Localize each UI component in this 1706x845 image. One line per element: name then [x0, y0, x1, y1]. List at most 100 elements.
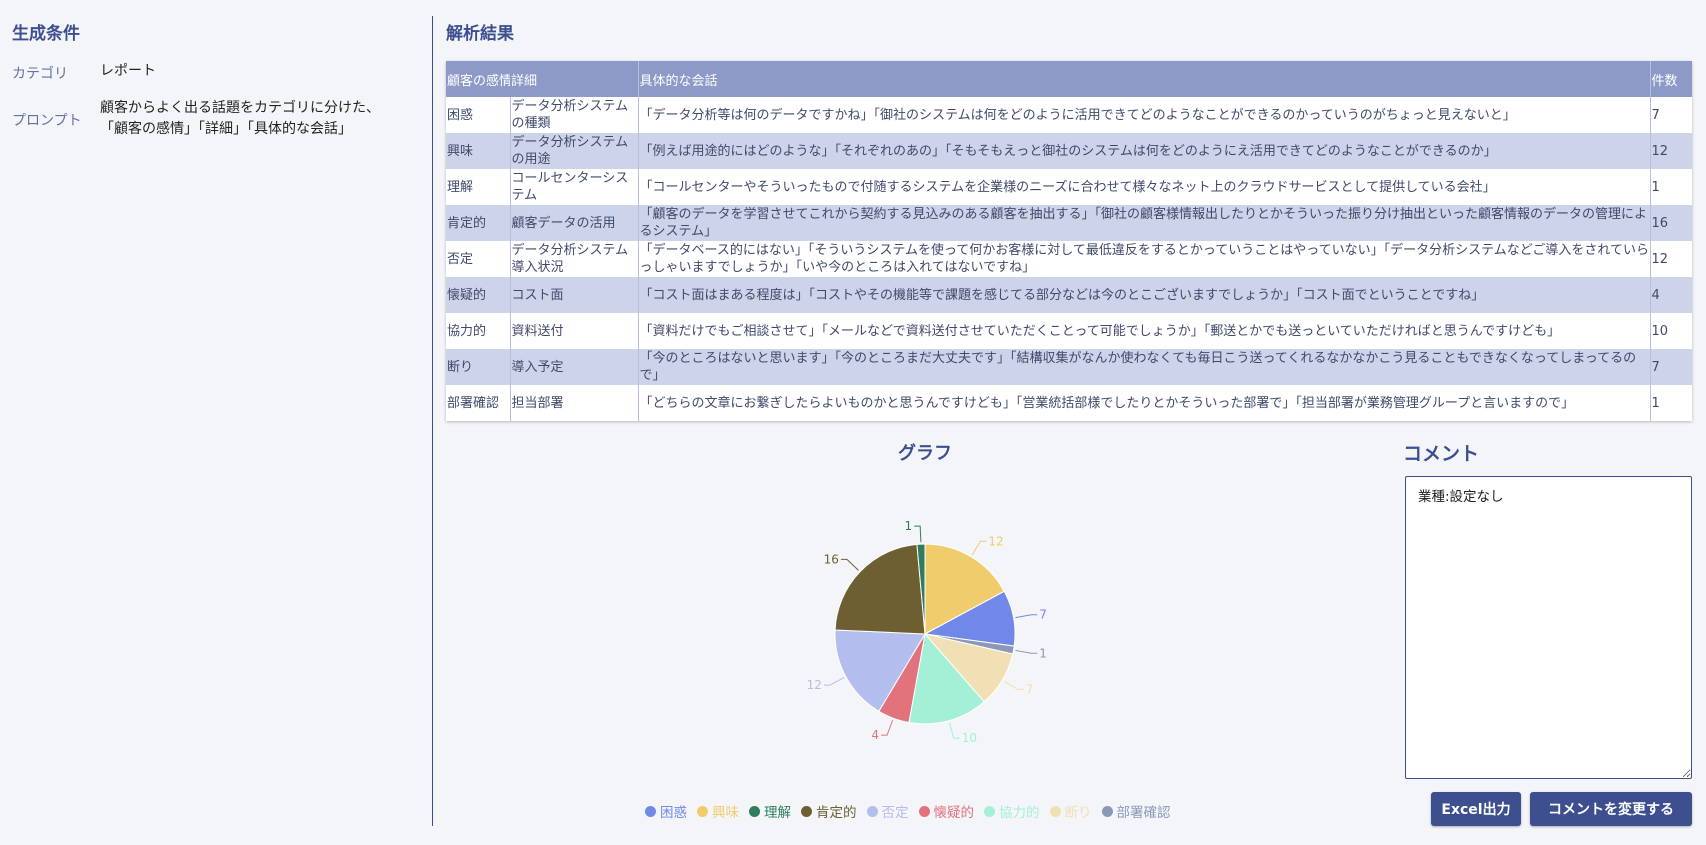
- legend-item-興味[interactable]: 興味: [697, 801, 739, 821]
- cell-conversation: 「例えば用途的にはどのような」「それぞれのあの」「そもそもえっと御社のシステムは…: [637, 133, 1650, 169]
- cell-conversation: 「顧客のデータを学習させてこれから契約する見込みのある顧客を抽出する」「御社の顧…: [637, 205, 1650, 241]
- change-comment-button[interactable]: コメントを変更する: [1530, 792, 1692, 826]
- legend-label: 困惑: [660, 805, 687, 821]
- table-row: 断り 導入予定 「今のところはないと思います」「今のところまだ大丈夫です」「結構…: [446, 349, 1692, 385]
- cell-count: 12: [1649, 241, 1692, 277]
- cell-conversation: 「コールセンターやそういったもので付随するシステムを企業様のニーズに合わせて様々…: [637, 169, 1650, 205]
- chart-legend: 困惑 興味 理解 肯定的 否定 懐疑的 協力的 断り 部署確認: [645, 801, 1181, 821]
- pie-leader-line: [881, 719, 894, 736]
- comment-textarea[interactable]: 業種:設定なし: [1405, 476, 1692, 779]
- cell-emotion: 否定: [446, 241, 510, 277]
- cell-count: 1: [1649, 385, 1692, 421]
- cell-emotion: 理解: [446, 169, 510, 205]
- legend-dot-icon: [749, 805, 760, 817]
- cell-emotion: 困惑: [446, 97, 510, 133]
- legend-dot-icon: [697, 805, 708, 817]
- pie-leader-line: [948, 722, 960, 739]
- comment-title: コメント: [1403, 443, 1480, 465]
- header-emotion: 顧客の感情: [446, 61, 510, 97]
- legend-label: 肯定的: [816, 805, 857, 821]
- pie-leader-line: [914, 525, 922, 543]
- cell-count: 7: [1649, 97, 1692, 133]
- table-row: 肯定的 顧客データの活用 「顧客のデータを学習させてこれから契約する見込みのある…: [446, 205, 1692, 241]
- cell-count: 7: [1649, 349, 1692, 385]
- cell-detail: 顧客データの活用: [509, 205, 638, 241]
- legend-label: 理解: [764, 805, 791, 821]
- cell-detail: データ分析システムの用途: [509, 133, 638, 169]
- legend-dot-icon: [1101, 805, 1113, 817]
- legend-item-困惑[interactable]: 困惑: [645, 801, 687, 821]
- legend-label: 否定: [881, 805, 909, 821]
- table-row: 協力的 資料送付 「資料だけでもご相談させて」「メールなどで資料送付させていただ…: [446, 313, 1692, 349]
- legend-dot-icon: [1049, 805, 1061, 817]
- legend-item-協力的[interactable]: 協力的: [984, 801, 1040, 821]
- excel-export-button[interactable]: Excel出力: [1431, 792, 1521, 826]
- cell-emotion: 部署確認: [446, 385, 510, 421]
- conditions-panel: 生成条件 カテゴリ レポート プロンプト 顧客からよく出る話題をカテゴリに分けた…: [0, 0, 432, 845]
- legend-label: 部署確認: [1116, 805, 1171, 821]
- table-row: 興味 データ分析システムの用途 「例えば用途的にはどのような」「それぞれのあの」…: [446, 133, 1692, 169]
- cell-emotion: 肯定的: [446, 205, 510, 241]
- legend-dot-icon: [984, 805, 995, 817]
- prompt-label: プロンプト: [12, 113, 82, 129]
- pie-data-label: 7: [1026, 682, 1034, 696]
- pie-data-label: 1: [1039, 646, 1047, 660]
- cell-conversation: 「コスト面はまある程度は」「コストやその機能等で課題を感じてる部分などは今のとこ…: [637, 277, 1650, 313]
- legend-label: 懐疑的: [933, 805, 975, 821]
- cell-emotion: 協力的: [446, 313, 510, 349]
- legend-label: 断り: [1064, 805, 1092, 821]
- legend-dot-icon: [645, 805, 656, 817]
- pie-leader-line: [1003, 680, 1024, 690]
- prompt-value: 顧客からよく出る話題をカテゴリに分けた、 「顧客の感情」「詳細」「具体的な会話」: [100, 98, 380, 140]
- legend-dot-icon: [866, 805, 878, 817]
- results-table: 顧客の感情 詳細 具体的な会話 件数 困惑 データ分析システムの種類 「データ分…: [446, 61, 1692, 421]
- cell-detail: コールセンターシステム: [509, 169, 638, 205]
- cell-conversation: 「今のところはないと思います」「今のところまだ大丈夫です」「結構収集がなんか使わ…: [637, 349, 1650, 385]
- pie-leader-line: [1015, 614, 1038, 619]
- cell-detail: 導入予定: [509, 349, 638, 385]
- legend-label: 興味: [712, 805, 739, 821]
- cell-count: 1: [1649, 169, 1692, 205]
- legend-item-肯定的[interactable]: 肯定的: [801, 801, 857, 821]
- cell-conversation: 「データベース的にはない」「そういうシステムを使って何かお客様に対して最低違反を…: [637, 241, 1650, 277]
- legend-item-断り[interactable]: 断り: [1049, 801, 1092, 821]
- legend-item-否定[interactable]: 否定: [866, 801, 909, 821]
- cell-count: 10: [1649, 313, 1692, 349]
- pie-leader-line: [823, 677, 845, 686]
- pie-leader-line: [1015, 649, 1038, 654]
- pie-slice-肯定的[interactable]: [834, 543, 926, 635]
- legend-item-部署確認[interactable]: 部署確認: [1101, 801, 1171, 821]
- table-row: 否定 データ分析システム導入状況 「データベース的にはない」「そういうシステムを…: [446, 241, 1692, 277]
- pie-leader-line: [971, 540, 987, 556]
- pie-data-label: 1: [905, 519, 913, 533]
- pie-data-label: 16: [824, 552, 839, 566]
- cell-detail: データ分析システム導入状況: [509, 241, 638, 277]
- pie-data-label: 12: [988, 534, 1003, 548]
- legend-dot-icon: [918, 805, 930, 817]
- prompt-line-1: 顧客からよく出る話題をカテゴリに分けた、: [100, 100, 380, 116]
- graph-title: グラフ: [898, 443, 952, 464]
- prompt-line-2: 「顧客の感情」「詳細」「具体的な会話」: [100, 121, 352, 137]
- panel-divider: [432, 16, 433, 826]
- table-header-row: 顧客の感情 詳細 具体的な会話 件数: [446, 61, 1692, 97]
- pie-data-label: 12: [807, 678, 822, 692]
- pie-data-label: 4: [871, 728, 879, 742]
- legend-item-理解[interactable]: 理解: [749, 801, 791, 821]
- cell-detail: コスト面: [509, 277, 638, 313]
- cell-emotion: 興味: [446, 133, 510, 169]
- pie-data-label: 7: [1039, 608, 1047, 622]
- legend-item-懐疑的[interactable]: 懐疑的: [918, 801, 975, 821]
- header-conversation: 具体的な会話: [637, 61, 1650, 97]
- cell-emotion: 懐疑的: [446, 277, 510, 313]
- pie-chart: 12 7 1 7 10 4 12 16 1: [807, 519, 1047, 745]
- table-row: 困惑 データ分析システムの種類 「データ分析等は何のデータですかね」「御社のシス…: [446, 97, 1692, 133]
- cell-detail: 資料送付: [509, 313, 638, 349]
- conditions-title: 生成条件: [12, 24, 80, 44]
- legend-label: 協力的: [999, 805, 1040, 821]
- pie-leader-line: [840, 558, 859, 571]
- cell-count: 16: [1649, 205, 1692, 241]
- cell-conversation: 「データ分析等は何のデータですかね」「御社のシステムは何をどのように活用できてど…: [637, 97, 1650, 133]
- category-label: カテゴリ: [12, 66, 68, 82]
- cell-conversation: 「資料だけでもご相談させて」「メールなどで資料送付させていただくことって可能でし…: [637, 313, 1650, 349]
- cell-count: 4: [1649, 277, 1692, 313]
